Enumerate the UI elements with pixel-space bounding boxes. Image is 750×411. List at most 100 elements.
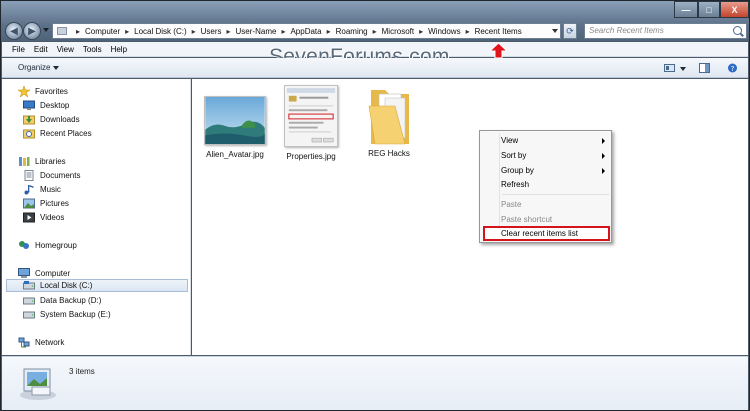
menu-help[interactable]: Help — [111, 45, 127, 54]
chevron-right-icon[interactable]: ▸ — [466, 27, 470, 36]
ctx-clear-recent-items[interactable]: Clear recent items list — [501, 229, 578, 238]
ctx-sort-by[interactable]: Sort by — [501, 151, 526, 160]
file-name: Properties.jpg — [286, 152, 336, 161]
chevron-right-icon[interactable]: ▸ — [373, 27, 377, 36]
nav-pictures[interactable]: Pictures — [23, 197, 69, 210]
refresh-icon: ⟳ — [566, 26, 574, 36]
image-thumbnail — [204, 96, 266, 145]
breadcrumb-user-name[interactable]: User-Name — [236, 27, 277, 36]
desktop-icon — [23, 100, 35, 110]
search-icon[interactable] — [733, 26, 742, 35]
documents-icon — [24, 170, 34, 181]
hard-drive-icon — [23, 281, 35, 290]
recent-pages-dropdown[interactable] — [43, 28, 49, 32]
red-up-arrow-icon — [490, 43, 507, 58]
chevron-right-icon[interactable]: ▸ — [125, 27, 129, 36]
submenu-arrow-icon — [602, 168, 605, 174]
ctx-refresh[interactable]: Refresh — [501, 180, 529, 189]
breadcrumb-windows[interactable]: Windows — [428, 27, 460, 36]
nav-downloads-label: Downloads — [40, 115, 80, 124]
recent-items-icon — [20, 368, 56, 400]
network-icon — [18, 337, 30, 348]
item-count: 3 items — [69, 367, 95, 376]
address-history-dropdown[interactable] — [552, 29, 558, 33]
nav-documents-label: Documents — [40, 171, 81, 180]
breadcrumb-roaming[interactable]: Roaming — [336, 27, 368, 36]
nav-libraries[interactable]: Libraries — [18, 155, 66, 168]
forward-arrow-icon: ▶ — [28, 25, 36, 37]
nav-videos[interactable]: Videos — [23, 211, 64, 224]
menu-edit[interactable]: Edit — [34, 45, 48, 54]
ctx-group-by[interactable]: Group by — [501, 166, 534, 175]
preview-pane-icon[interactable] — [699, 63, 710, 73]
navigation-pane: Favorites Desktop Downloads Recent Place… — [2, 79, 191, 355]
videos-icon — [23, 212, 35, 223]
nav-system-backup-label: System Backup (E:) — [40, 310, 111, 319]
ctx-paste[interactable]: Paste — [501, 200, 521, 209]
chevron-right-icon[interactable]: ▸ — [419, 27, 423, 36]
nav-system-backup[interactable]: System Backup (E:) — [23, 308, 111, 321]
chevron-right-icon[interactable]: ▸ — [227, 27, 231, 36]
breadcrumb-computer[interactable]: Computer — [85, 27, 120, 36]
nav-favorites[interactable]: Favorites — [18, 85, 68, 98]
file-name: Alien_Avatar.jpg — [206, 150, 264, 159]
menu-tools[interactable]: Tools — [83, 45, 102, 54]
organize-button[interactable]: Organize — [18, 63, 60, 72]
nav-music[interactable]: Music — [23, 183, 61, 196]
forward-button[interactable]: ▶ — [23, 22, 41, 40]
downloads-icon — [23, 115, 35, 125]
nav-recent-places-label: Recent Places — [40, 129, 92, 138]
change-view-icon[interactable] — [664, 63, 675, 73]
file-item[interactable]: Properties.jpg — [278, 85, 344, 161]
chevron-right-icon[interactable]: ▸ — [192, 27, 196, 36]
breadcrumb-users[interactable]: Users — [201, 27, 222, 36]
hard-drive-icon — [23, 297, 35, 305]
svg-text:?: ? — [731, 65, 735, 73]
organize-label: Organize — [18, 63, 51, 72]
nav-network-label: Network — [35, 338, 65, 347]
chevron-right-icon[interactable]: ▸ — [76, 27, 80, 36]
menu-view[interactable]: View — [57, 45, 74, 54]
nav-recent-places[interactable]: Recent Places — [23, 127, 92, 140]
nav-libraries-label: Libraries — [35, 157, 66, 166]
back-button[interactable]: ◀ — [5, 22, 23, 40]
nav-downloads[interactable]: Downloads — [23, 113, 80, 126]
nav-videos-label: Videos — [40, 213, 65, 222]
menu-separator — [502, 194, 609, 195]
nav-network[interactable]: Network — [18, 336, 64, 349]
ctx-view[interactable]: View — [501, 136, 518, 145]
file-item[interactable]: Alien_Avatar.jpg — [202, 96, 268, 159]
maximize-button[interactable]: □ — [698, 1, 720, 18]
nav-homegroup[interactable]: Homegroup — [18, 239, 77, 252]
nav-homegroup-label: Homegroup — [35, 241, 77, 250]
file-list-area[interactable]: Alien_Avatar.jpg Properties.jpg REG Hack… — [192, 79, 748, 355]
chevron-right-icon[interactable]: ▸ — [281, 27, 285, 36]
refresh-button[interactable]: ⟳ — [563, 23, 577, 39]
nav-computer-label: Computer — [35, 269, 71, 278]
close-button[interactable]: X — [720, 1, 749, 18]
breadcrumb-appdata[interactable]: AppData — [290, 27, 321, 36]
nav-local-disk[interactable]: Local Disk (C:) — [6, 279, 188, 292]
nav-desktop-label: Desktop — [40, 101, 70, 110]
folder-item[interactable]: REG Hacks — [356, 84, 422, 158]
libraries-icon — [19, 157, 30, 166]
search-input[interactable]: Search Recent Items — [584, 23, 747, 39]
menu-file[interactable]: File — [12, 45, 25, 54]
explorer-window: — □ X ◀ ▶ ▸ Computer ▸ Local Disk (C:) ▸… — [0, 0, 750, 411]
nav-documents[interactable]: Documents — [23, 169, 80, 182]
breadcrumb-local-disk[interactable]: Local Disk (C:) — [134, 27, 186, 36]
nav-data-backup[interactable]: Data Backup (D:) — [23, 294, 101, 307]
chevron-right-icon[interactable]: ▸ — [327, 27, 331, 36]
minimize-button[interactable]: — — [674, 1, 698, 18]
nav-desktop[interactable]: Desktop — [23, 99, 69, 112]
submenu-arrow-icon — [602, 153, 605, 159]
breadcrumb-recent-items[interactable]: Recent Items — [475, 27, 522, 36]
star-icon — [18, 86, 30, 97]
more-views-dropdown[interactable] — [680, 67, 686, 71]
ctx-paste-shortcut[interactable]: Paste shortcut — [501, 215, 552, 224]
breadcrumb-microsoft[interactable]: Microsoft — [382, 27, 414, 36]
help-icon[interactable]: ? — [727, 63, 738, 73]
nav-pictures-label: Pictures — [40, 199, 69, 208]
address-bar[interactable]: ▸ Computer ▸ Local Disk (C:) ▸ Users ▸ U… — [52, 23, 561, 39]
back-arrow-icon: ◀ — [10, 25, 18, 37]
